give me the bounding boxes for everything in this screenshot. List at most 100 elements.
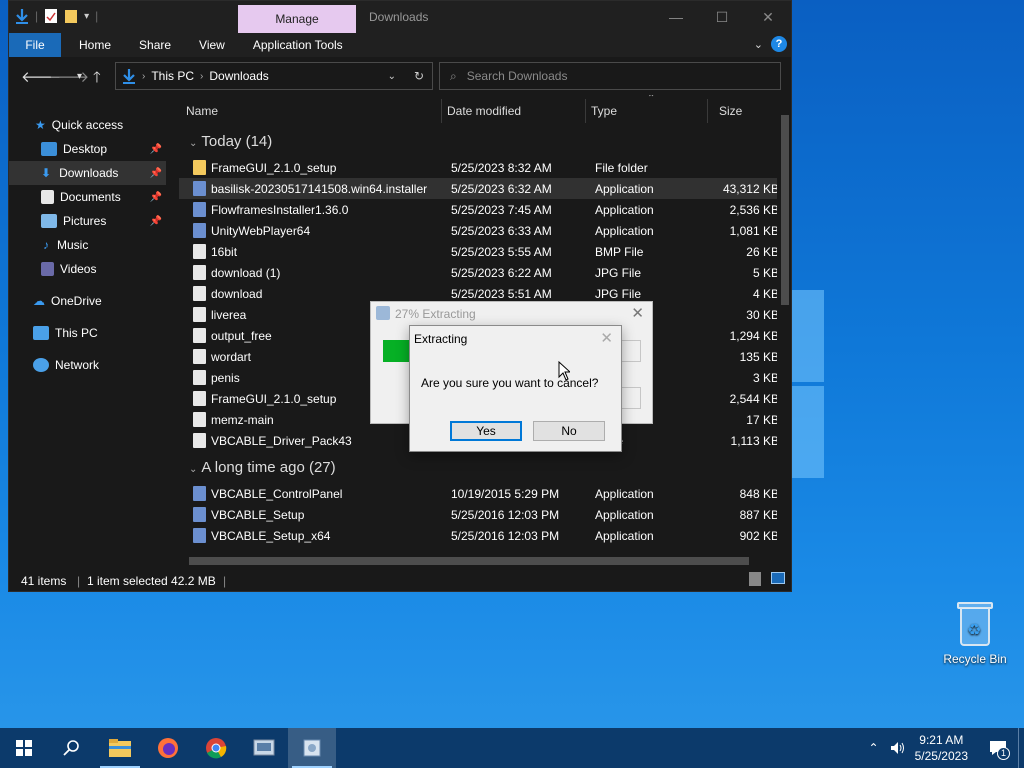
sidebar-item-documents[interactable]: Documents 📌 (9, 185, 166, 209)
sidebar-item-music[interactable]: ♪ Music (9, 233, 166, 257)
file-date: 5/25/2023 7:45 AM (451, 203, 552, 217)
address-dropdown-icon[interactable]: ⌄ (388, 71, 396, 82)
group-header-today[interactable]: ⌄ Today (14) (189, 133, 272, 150)
search-button[interactable] (48, 728, 96, 768)
forward-arrow-icon[interactable]: 🡒 (49, 67, 89, 86)
sidebar-item-this-pc[interactable]: This PC (9, 321, 166, 345)
show-desktop-button[interactable] (1018, 728, 1024, 768)
tab-manage[interactable]: Manage (238, 5, 356, 33)
sidebar-item-quick-access[interactable]: ★ Quick access (9, 113, 166, 137)
file-row[interactable]: VBCABLE_Setup_x64 5/25/2016 12:03 PM Appli… (179, 525, 777, 546)
file-size: 848 KB (739, 487, 777, 501)
details-view-icon[interactable] (749, 572, 761, 586)
tab-view[interactable]: View (185, 33, 239, 57)
taskbar-control-panel[interactable] (240, 728, 288, 768)
pin-icon[interactable]: 📌 (150, 144, 162, 155)
taskbar-archive-app[interactable] (288, 728, 336, 768)
breadcrumb-this-pc[interactable]: This PC (151, 69, 194, 83)
recycle-bin[interactable]: ♻ Recycle Bin (938, 600, 1012, 666)
action-center-button[interactable]: 1 (978, 728, 1018, 768)
sidebar-item-desktop[interactable]: Desktop 📌 (9, 137, 166, 161)
expand-ribbon-icon[interactable]: ⌄ (754, 38, 763, 51)
file-row[interactable]: VBCABLE_Setup 5/25/2016 12:03 PM Applicati… (179, 504, 777, 525)
cloud-icon: ☁ (33, 294, 45, 308)
progress-button[interactable] (621, 387, 641, 409)
horizontal-scroll-thumb[interactable] (189, 557, 749, 565)
download-arrow-icon[interactable] (15, 8, 29, 24)
recent-locations-icon[interactable]: ▾ (77, 71, 82, 82)
help-icon[interactable]: ? (771, 36, 787, 52)
tab-share[interactable]: Share (125, 33, 185, 57)
tab-application-tools[interactable]: Application Tools (239, 33, 357, 57)
taskbar-chrome[interactable] (192, 728, 240, 768)
customize-qat-icon[interactable]: ▾ (84, 11, 89, 22)
sidebar-item-downloads[interactable]: ⬇ Downloads 📌 (9, 161, 166, 185)
file-icon (193, 181, 206, 196)
column-header-name[interactable]: Name (186, 104, 218, 118)
file-row[interactable]: download (1) 5/25/2023 6:22 AM JPG File 5 K… (179, 262, 777, 283)
search-input[interactable]: ⌕ Search Downloads (439, 62, 781, 90)
archive-app-icon (376, 306, 390, 320)
show-hidden-icons-icon[interactable]: ⌃ (869, 741, 879, 755)
cancel-confirm-dialog: Extracting ✕ Are you sure you want to ca… (409, 325, 622, 452)
status-bar: 41 items | 1 item selected 42.2 MB | (9, 569, 791, 591)
sidebar-item-pictures[interactable]: Pictures 📌 (9, 209, 166, 233)
pin-icon[interactable]: 📌 (150, 216, 162, 227)
horizontal-scrollbar[interactable] (175, 553, 779, 569)
taskbar-clock[interactable]: 9:21 AM 5/25/2023 (915, 732, 968, 764)
pin-icon[interactable]: 📌 (150, 192, 162, 203)
new-folder-icon[interactable] (64, 8, 78, 24)
address-bar[interactable]: › This PC › Downloads ⌄ ↻ (115, 62, 433, 90)
close-button[interactable]: ✕ (745, 1, 791, 33)
file-name: download (1) (211, 266, 281, 280)
tab-file[interactable]: File (9, 33, 61, 57)
file-name: output_free (211, 329, 272, 343)
progress-close-button[interactable]: ✕ (631, 304, 644, 322)
taskbar-firefox[interactable] (144, 728, 192, 768)
large-icons-view-icon[interactable] (771, 572, 785, 584)
start-button[interactable] (0, 728, 48, 768)
window-title: Downloads (369, 10, 429, 24)
taskbar-file-explorer[interactable] (96, 728, 144, 768)
speaker-icon[interactable] (889, 740, 905, 756)
properties-icon[interactable] (44, 8, 58, 24)
column-header-date[interactable]: Date modified (447, 104, 521, 118)
breadcrumb-downloads[interactable]: Downloads (209, 69, 268, 83)
column-header-type[interactable]: Type (591, 104, 617, 118)
tab-home[interactable]: Home (61, 33, 125, 57)
minimize-button[interactable]: — (653, 1, 699, 33)
file-row[interactable]: 16bit 5/25/2023 5:55 AM BMP File 26 KB (179, 241, 777, 262)
file-size: 17 KB (746, 413, 777, 427)
sidebar-item-onedrive[interactable]: ☁ OneDrive (9, 289, 166, 313)
dialog-close-button[interactable]: ✕ (600, 329, 613, 347)
file-icon (193, 307, 206, 322)
group-header-older[interactable]: ⌄ A long time ago (27) (189, 459, 336, 476)
column-header-size[interactable]: Size (719, 104, 742, 118)
no-button[interactable]: No (533, 421, 605, 441)
recycle-bin-label: Recycle Bin (943, 652, 1007, 666)
separator: | (95, 9, 99, 23)
sidebar-item-label: OneDrive (51, 294, 102, 308)
file-name: VBCABLE_ControlPanel (211, 487, 343, 501)
sidebar-item-network[interactable]: Network (9, 353, 166, 377)
vertical-scrollbar[interactable] (779, 95, 791, 553)
progress-button[interactable] (621, 340, 641, 362)
file-row[interactable]: FlowframesInstaller1.36.0 5/25/2023 7:45 … (179, 199, 777, 220)
sidebar-item-videos[interactable]: Videos (9, 257, 166, 281)
navigation-bar: 🡐 🡒 ▾ 🡑 › This PC › Downloads ⌄ ↻ ⌕ Sear… (9, 57, 791, 95)
separator: | (35, 9, 39, 23)
yes-button[interactable]: Yes (450, 421, 522, 441)
file-row[interactable]: FrameGUI_2.1.0_setup 5/25/2023 8:32 AM Fil… (179, 157, 777, 178)
file-row[interactable]: UnityWebPlayer64 5/25/2023 6:33 AM Applica… (179, 220, 777, 241)
vertical-scroll-thumb[interactable] (781, 115, 789, 305)
pin-icon[interactable]: 📌 (150, 168, 162, 179)
file-date: 5/25/2016 12:03 PM (451, 529, 560, 543)
collapse-icon: ⌄ (189, 138, 198, 149)
file-row[interactable]: basilisk-20230517141508.win64.installer 5… (179, 178, 777, 199)
file-row[interactable]: VBCABLE_ControlPanel 10/19/2015 5:29 PM Ap… (179, 483, 777, 504)
file-name: UnityWebPlayer64 (211, 224, 311, 238)
file-type: Application (595, 487, 654, 501)
refresh-icon[interactable]: ↻ (414, 69, 424, 83)
maximize-button[interactable]: ☐ (699, 1, 745, 33)
up-arrow-icon[interactable]: 🡑 (93, 67, 101, 92)
